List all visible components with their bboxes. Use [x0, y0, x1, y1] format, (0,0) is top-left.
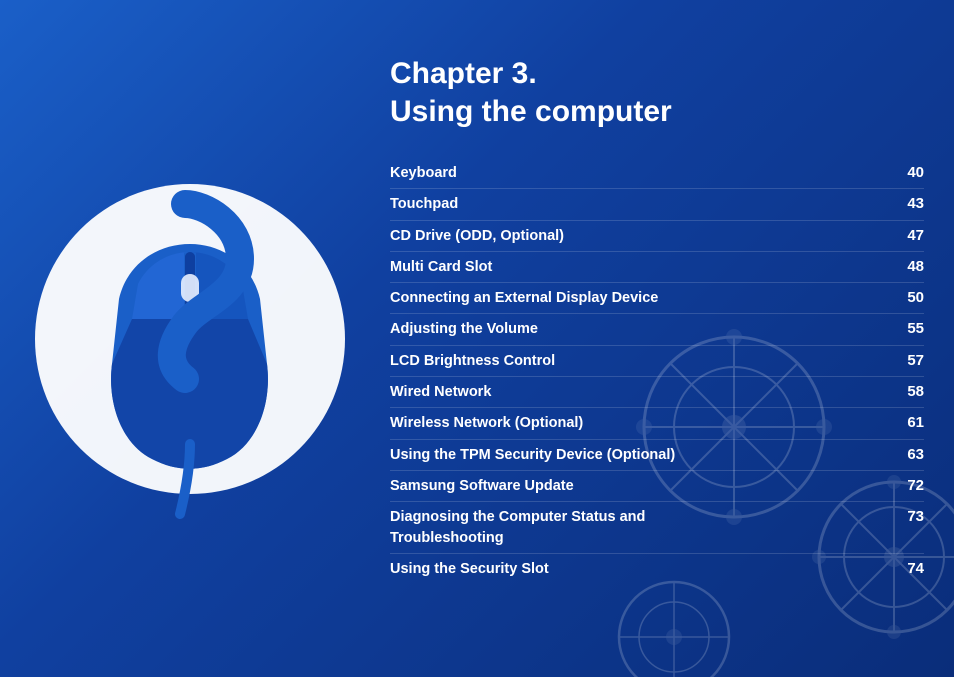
toc-item: Multi Card Slot 48	[390, 252, 924, 283]
toc-item: Diagnosing the Computer Status and Troub…	[390, 502, 924, 554]
toc-label: Wireless Network (Optional)	[390, 413, 593, 433]
chapter-title: Chapter 3. Using the computer	[390, 55, 924, 130]
toc-label: Samsung Software Update	[390, 476, 584, 496]
toc-item: Samsung Software Update 72	[390, 471, 924, 502]
toc-label: Using the Security Slot	[390, 559, 559, 579]
toc-item: CD Drive (ODD, Optional) 47	[390, 221, 924, 252]
toc-page: 40	[894, 164, 924, 181]
toc-page: 58	[894, 383, 924, 400]
page-container: Chapter 3. Using the computer Keyboard 40…	[0, 0, 954, 677]
toc-label: Keyboard	[390, 163, 467, 183]
toc-label: CD Drive (ODD, Optional)	[390, 226, 574, 246]
toc-label: Multi Card Slot	[390, 257, 502, 277]
chapter-line2: Using the computer	[390, 95, 672, 128]
toc-page: 55	[894, 320, 924, 337]
toc-page: 73	[894, 508, 924, 525]
toc-label: Wired Network	[390, 382, 501, 402]
toc-item: Connecting an External Display Device 50	[390, 283, 924, 314]
toc-page: 57	[894, 352, 924, 369]
content-area: Chapter 3. Using the computer Keyboard 40…	[390, 55, 924, 584]
toc-page: 63	[894, 446, 924, 463]
toc-label: Adjusting the Volume	[390, 319, 548, 339]
toc-item: Wireless Network (Optional) 61	[390, 408, 924, 439]
toc-item: Touchpad 43	[390, 189, 924, 220]
toc-label: Connecting an External Display Device	[390, 288, 668, 308]
toc-item: Using the TPM Security Device (Optional)…	[390, 440, 924, 471]
toc-page: 50	[894, 289, 924, 306]
toc-page: 43	[894, 195, 924, 212]
toc-label: Diagnosing the Computer Status and Troub…	[390, 507, 690, 548]
toc-item: Keyboard 40	[390, 158, 924, 189]
toc-list: Keyboard 40 Touchpad 43 CD Drive (ODD, Optio…	[390, 158, 924, 584]
toc-label: LCD Brightness Control	[390, 351, 565, 371]
chapter-line1: Chapter 3.	[390, 57, 537, 90]
toc-page: 74	[894, 560, 924, 577]
toc-label: Touchpad	[390, 194, 468, 214]
toc-item: LCD Brightness Control 57	[390, 346, 924, 377]
toc-label: Using the TPM Security Device (Optional)	[390, 445, 685, 465]
toc-item: Adjusting the Volume 55	[390, 314, 924, 345]
toc-item: Using the Security Slot 74	[390, 554, 924, 584]
toc-page: 47	[894, 227, 924, 244]
toc-page: 61	[894, 414, 924, 431]
toc-item: Wired Network 58	[390, 377, 924, 408]
mouse-illustration	[30, 149, 350, 529]
toc-page: 48	[894, 258, 924, 275]
toc-page: 72	[894, 477, 924, 494]
